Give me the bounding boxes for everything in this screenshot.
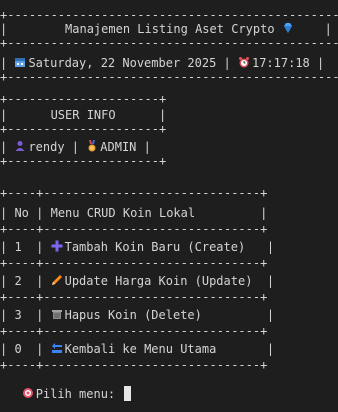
menu-item-no: 3 [14,308,22,322]
userinfo-title: USER INFO [50,108,116,122]
calendar-icon [14,56,28,68]
menu-item-label: Update Harga Koin (Update) [64,274,253,288]
userinfo-title-row: | USER INFO | [0,108,167,122]
menu-border-2: +----+------------------------------+ [0,290,268,304]
menu-item-label: Tambah Koin Baru (Create) [64,240,246,254]
text-cursor[interactable] [124,386,132,401]
menu-item-delete[interactable]: | 3 | Hapus Koin (Delete) | [0,308,274,322]
back-icon [51,342,65,354]
user-icon [14,140,28,152]
gem-icon [282,22,296,34]
target-icon [22,387,36,399]
terminal-window: +---------------------------------------… [0,0,338,412]
header-title-row: | Manajemen Listing Aset Crypto | [0,22,332,36]
menu-item-label: Hapus Koin (Delete) [64,308,202,322]
header-title: Manajemen Listing Aset Crypto [65,22,275,36]
menu-col-no: No [14,206,29,220]
menu-border-bottom: +----+------------------------------+ [0,358,268,372]
userinfo-details-row: | rendy | ADMIN | [0,140,151,154]
menu-item-back[interactable]: | 0 | Kembali ke Menu Utama | [0,342,274,356]
user-role: ADMIN [100,140,137,154]
menu-border-3: +----+------------------------------+ [0,324,268,338]
menu-header-row: | No | Menu CRUD Koin Lokal | [0,206,268,220]
datetime-row: | Saturday, 22 November 2025 | 17:17:18 … [0,56,325,70]
menu-item-no: 2 [14,274,22,288]
userinfo-border-bottom: +---------------------+ [0,154,167,168]
menu-border-header: +----+------------------------------+ [0,222,268,236]
menu-border-1: +----+------------------------------+ [0,256,268,270]
trash-icon [51,308,65,320]
menu-col-title: Menu CRUD Koin Lokal [50,206,196,220]
menu-item-no: 1 [14,240,22,254]
plus-icon [51,240,65,252]
datetime-date: Saturday, 22 November 2025 [28,56,217,70]
medal-icon [86,140,100,152]
userinfo-border-top: +---------------------+ [0,92,167,106]
prompt-row[interactable]: Pilih menu: [0,386,132,401]
userinfo-border-mid: +---------------------+ [0,122,167,136]
pencil-icon [51,274,65,286]
menu-border-top: +----+------------------------------+ [0,186,268,200]
alarm-clock-icon [238,56,252,68]
header-border-top: +---------------------------------------… [0,8,338,22]
menu-item-create[interactable]: | 1 | Tambah Koin Baru (Create) | [0,240,274,254]
header-border-bottom: +---------------------------------------… [0,70,338,84]
username: rendy [28,140,65,154]
menu-item-label: Kembali ke Menu Utama [64,342,217,356]
menu-item-no: 0 [14,342,22,356]
datetime-time: 17:17:18 [251,56,310,70]
header-border-mid: +---------------------------------------… [0,36,338,50]
prompt-label: Pilih menu: [35,387,116,401]
menu-item-update[interactable]: | 2 | Update Harga Koin (Update) | [0,274,274,288]
